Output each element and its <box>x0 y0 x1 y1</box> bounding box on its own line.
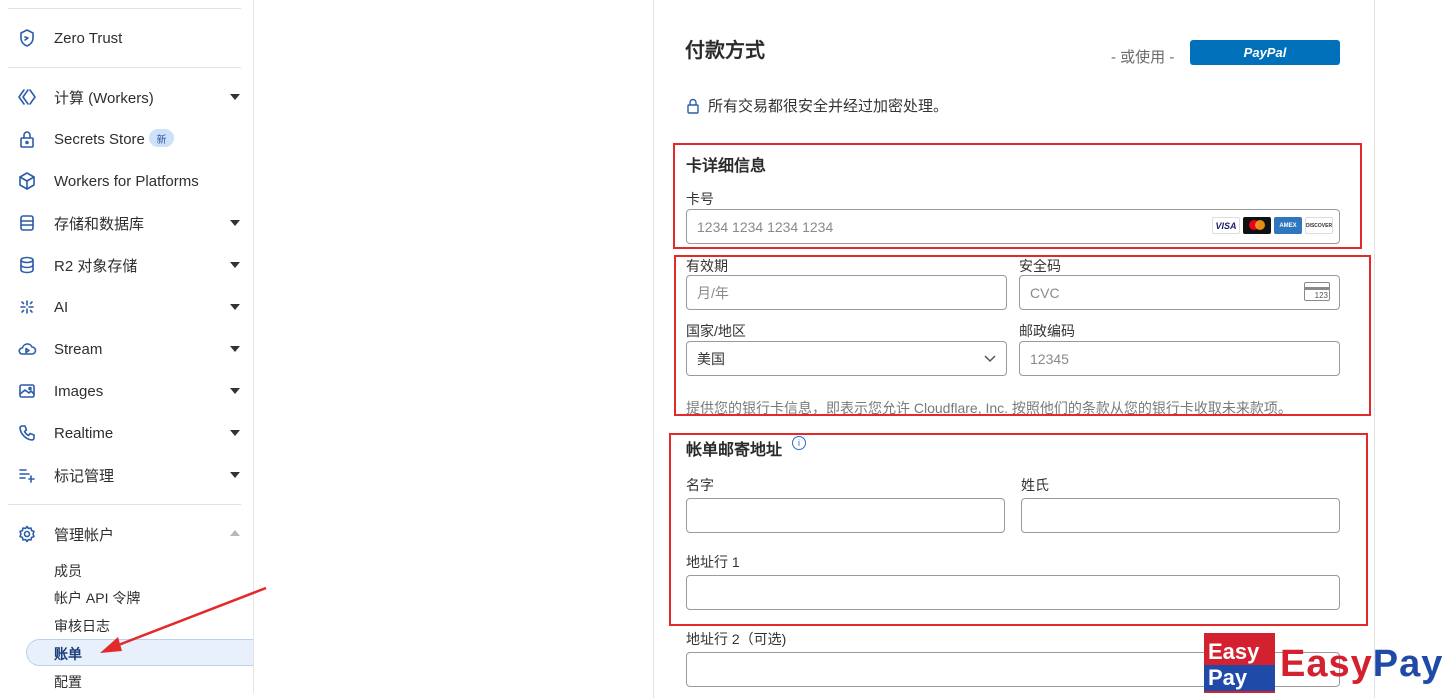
discover-icon: DISCOVER <box>1305 217 1333 234</box>
cvc-input[interactable] <box>1019 275 1340 310</box>
sidebar-item-zero-trust[interactable]: Zero Trust <box>0 20 253 56</box>
easypay-logo-text: EasyPay <box>1280 643 1442 686</box>
consent-note: 提供您的银行卡信息，即表示您允许 Cloudflare, Inc. 按照他们的条… <box>686 400 1292 416</box>
billing-address-title: 帐单邮寄地址 <box>686 442 783 459</box>
chevron-down-icon[interactable] <box>230 388 240 394</box>
country-value: 美国 <box>697 350 725 367</box>
address1-input[interactable] <box>686 575 1340 610</box>
mastercard-icon <box>1243 217 1271 234</box>
sidebar-item-label: 存储和数据库 <box>54 215 145 233</box>
visa-icon: VISA <box>1212 217 1240 234</box>
sidebar-item-label: R2 对象存储 <box>54 257 138 275</box>
sidebar-item-label: Stream <box>54 340 103 358</box>
sidebar-item-label: Workers for Platforms <box>54 172 199 190</box>
sidebar-divider <box>8 504 241 505</box>
sidebar-item-label: 管理帐户 <box>54 526 115 544</box>
tag-manager-icon <box>17 465 37 485</box>
new-badge: 新 <box>149 129 174 147</box>
expiry-label: 有效期 <box>686 258 728 274</box>
sidebar-subitem-members[interactable]: 成员 <box>54 561 82 581</box>
chevron-down-icon[interactable] <box>230 94 240 100</box>
secure-note: 所有交易都很安全并经过加密处理。 <box>686 95 948 116</box>
sidebar-divider <box>8 67 241 68</box>
sidebar-item-stream[interactable]: Stream <box>0 331 253 367</box>
paypal-button[interactable]: PayPal <box>1190 40 1340 65</box>
sidebar-item-label: 标记管理 <box>54 467 115 485</box>
amex-icon: AMEX <box>1274 217 1302 234</box>
easypay-text-b: Pay <box>1372 643 1442 685</box>
sidebar-item-manage-account[interactable]: 管理帐户 <box>0 516 253 552</box>
chevron-down-icon[interactable] <box>230 220 240 226</box>
sidebar-item-storage[interactable]: 存储和数据库 <box>0 205 253 241</box>
info-icon[interactable]: i <box>792 436 806 450</box>
sidebar-item-label: AI <box>54 298 69 316</box>
sidebar-item-label: Zero Trust <box>54 29 123 47</box>
sidebar-item-label: 计算 (Workers) <box>54 89 154 107</box>
first-name-input[interactable] <box>686 498 1005 533</box>
chevron-down-icon[interactable] <box>230 346 240 352</box>
sidebar-item-workers[interactable]: 计算 (Workers) <box>0 79 253 115</box>
image-icon <box>17 381 37 401</box>
sidebar-item-label: Secrets Store <box>54 130 145 148</box>
address1-label: 地址行 1 <box>686 554 740 570</box>
sparkle-icon <box>17 297 37 317</box>
or-use-label: - 或使用 - <box>1111 49 1175 66</box>
chevron-down-icon <box>984 355 996 363</box>
card-brand-logos: VISA AMEX DISCOVER <box>1212 217 1333 234</box>
easypay-text-a: Easy <box>1280 643 1373 685</box>
sidebar-subitem-configuration[interactable]: 配置 <box>54 672 82 692</box>
expiry-input[interactable] <box>686 275 1007 310</box>
postal-label: 邮政编码 <box>1019 323 1075 339</box>
gear-icon <box>17 524 37 544</box>
easypay-logo-badge: Easy Pay <box>1204 633 1275 693</box>
address2-label: 地址行 2（可选) <box>686 631 787 647</box>
sidebar-item-ai[interactable]: AI <box>0 289 253 325</box>
chevron-down-icon[interactable] <box>230 472 240 478</box>
chevron-down-icon[interactable] <box>230 304 240 310</box>
postal-code-input[interactable] <box>1019 341 1340 376</box>
sidebar-subitem-label: 账单 <box>54 646 82 662</box>
country-label: 国家/地区 <box>686 323 746 339</box>
phone-icon <box>17 423 37 443</box>
sidebar-divider <box>8 8 241 9</box>
lock-icon <box>17 129 37 149</box>
sidebar-item-label: Realtime <box>54 424 114 442</box>
page-title: 付款方式 <box>685 40 765 62</box>
card-details-title: 卡详细信息 <box>686 158 767 175</box>
country-select[interactable]: 美国 <box>686 341 1007 376</box>
storage-icon <box>17 213 37 233</box>
cvc-card-icon: 123 <box>1304 282 1330 301</box>
card-number-label: 卡号 <box>686 191 714 207</box>
lock-icon <box>687 98 699 114</box>
sidebar-item-realtime[interactable]: Realtime <box>0 415 253 451</box>
sidebar-item-label: Images <box>54 382 104 400</box>
chevron-up-icon[interactable] <box>230 530 240 536</box>
sidebar-item-tag-manager[interactable]: 标记管理 <box>0 457 253 493</box>
cube-icon <box>17 171 37 191</box>
stream-icon <box>17 339 37 359</box>
sidebar-item-images[interactable]: Images <box>0 373 253 409</box>
sidebar-item-secrets-store[interactable]: Secrets Store <box>0 121 253 157</box>
sidebar-item-r2[interactable]: R2 对象存储 <box>0 247 253 283</box>
last-name-input[interactable] <box>1021 498 1340 533</box>
chevron-down-icon[interactable] <box>230 262 240 268</box>
cvc-icon-text: 123 <box>1314 291 1328 300</box>
sidebar-item-workers-for-platforms[interactable]: Workers for Platforms <box>0 163 253 199</box>
workers-icon <box>17 87 37 107</box>
first-name-label: 名字 <box>686 477 714 493</box>
annotation-arrow <box>100 586 267 653</box>
secure-note-text: 所有交易都很安全并经过加密处理。 <box>708 98 949 115</box>
database-icon <box>17 255 37 275</box>
easypay-badge-line2: Pay <box>1204 665 1275 691</box>
zero-trust-icon <box>17 28 37 48</box>
chevron-down-icon[interactable] <box>230 430 240 436</box>
last-name-label: 姓氏 <box>1021 477 1049 493</box>
easypay-badge-line1: Easy <box>1208 639 1260 664</box>
cvc-label: 安全码 <box>1019 258 1061 274</box>
